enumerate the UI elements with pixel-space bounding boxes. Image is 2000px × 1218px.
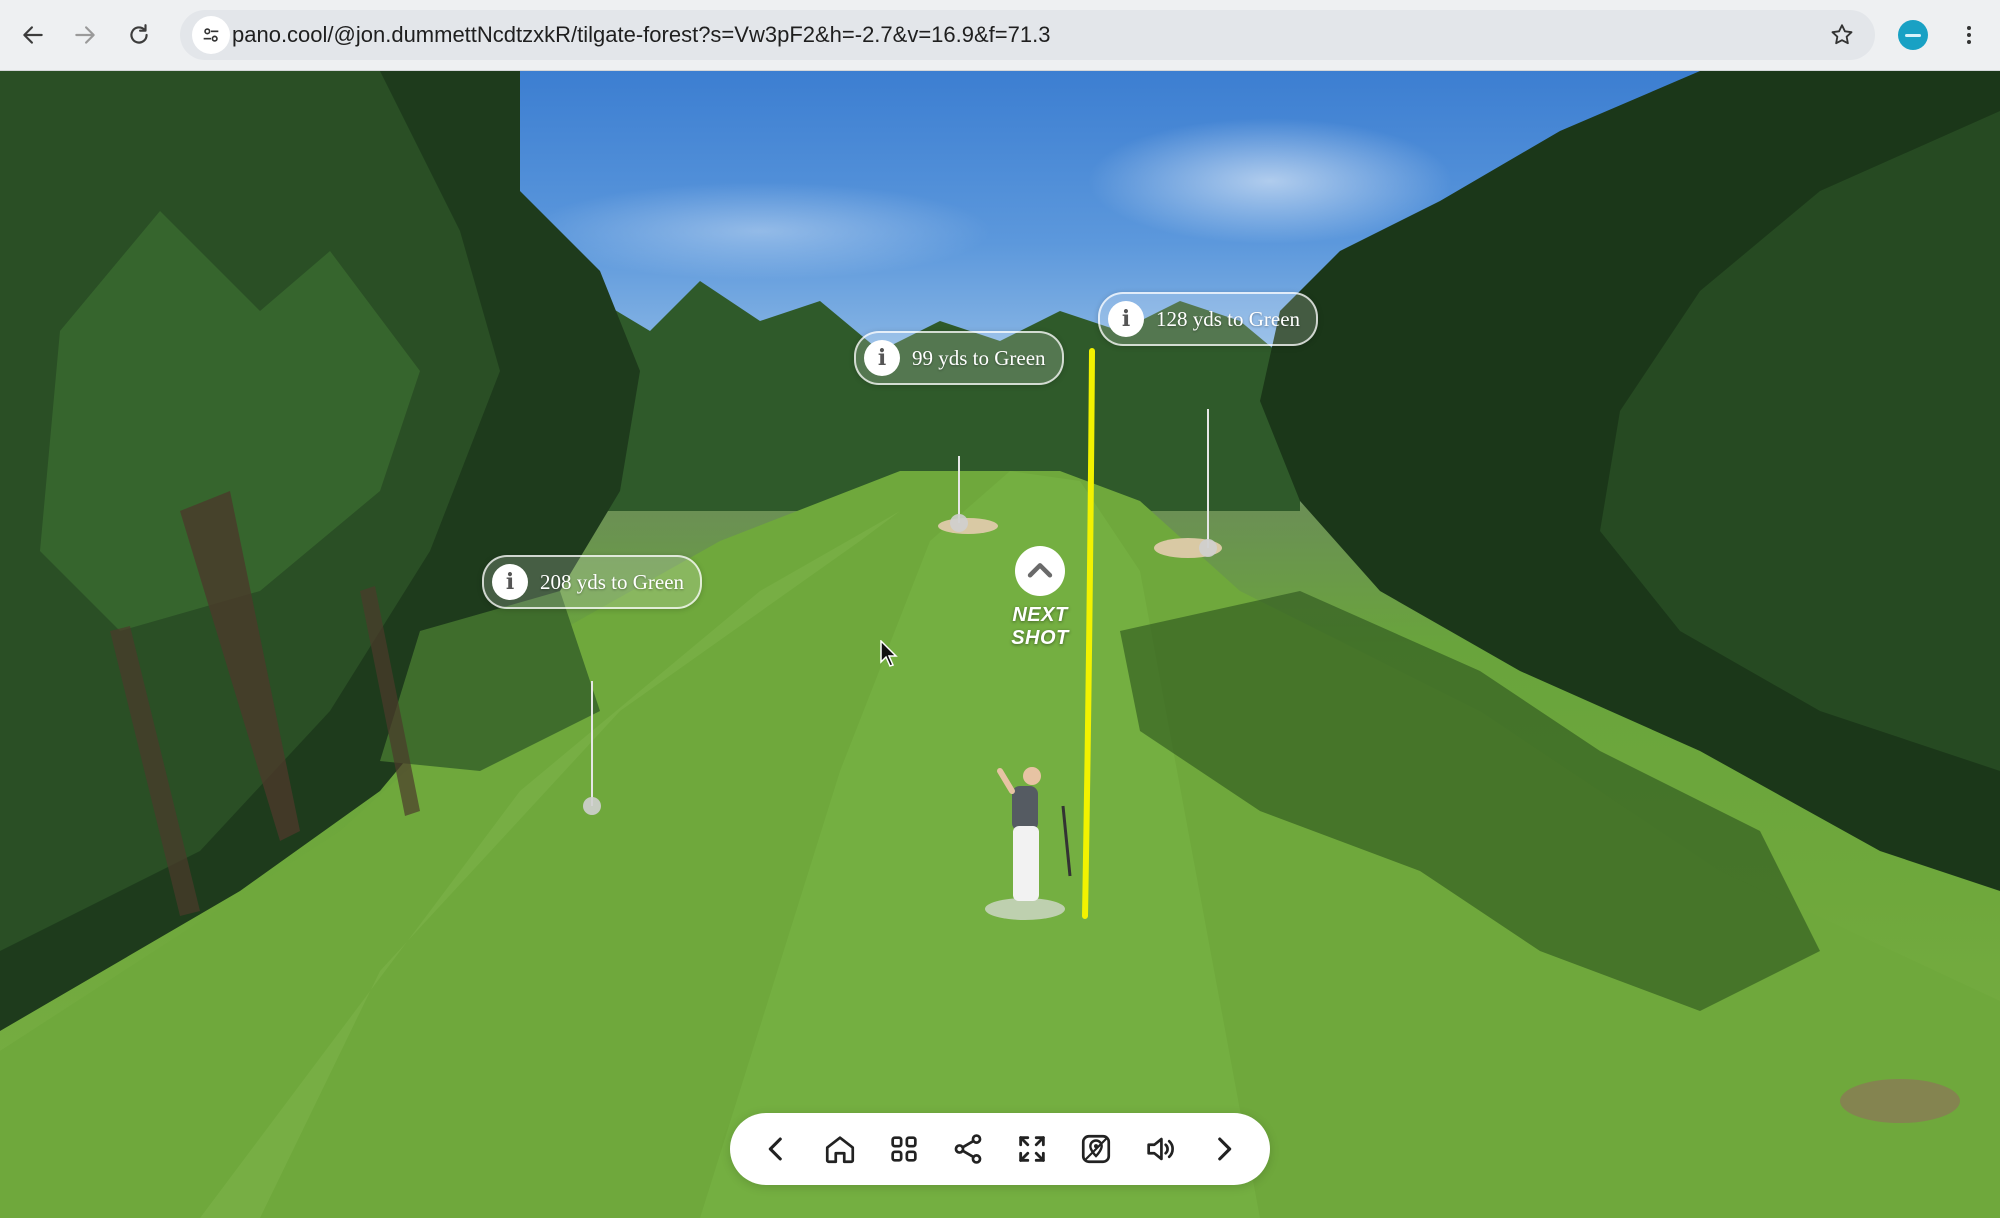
grid-icon[interactable] bbox=[878, 1123, 930, 1175]
panorama-viewer[interactable]: i 99 yds to Green i 128 yds to Green i 2… bbox=[0, 71, 2000, 1218]
info-icon: i bbox=[1108, 301, 1144, 337]
hotspot-label: 128 yds to Green bbox=[1156, 306, 1301, 331]
chevron-up-icon bbox=[1015, 546, 1065, 596]
back-arrow-icon[interactable] bbox=[12, 14, 54, 56]
profile-avatar-icon[interactable] bbox=[1898, 20, 1928, 50]
more-options-icon[interactable] bbox=[1952, 18, 1986, 52]
mouse-cursor-icon bbox=[880, 640, 898, 667]
chevron-right-icon[interactable] bbox=[1198, 1123, 1250, 1175]
address-bar[interactable]: pano.cool/@jon.dummettNcdtzxkR/tilgate-f… bbox=[180, 10, 1875, 60]
chevron-left-icon[interactable] bbox=[750, 1123, 802, 1175]
hotspot-label: 99 yds to Green bbox=[912, 345, 1046, 370]
distance-hotspot-99[interactable]: i 99 yds to Green bbox=[854, 331, 1064, 385]
hotspot-label: 208 yds to Green bbox=[540, 569, 685, 594]
info-icon: i bbox=[492, 564, 528, 600]
share-icon[interactable] bbox=[942, 1123, 994, 1175]
distance-hotspot-128[interactable]: i 128 yds to Green bbox=[1098, 292, 1319, 346]
viewer-toolbar bbox=[730, 1113, 1270, 1185]
home-icon[interactable] bbox=[814, 1123, 866, 1175]
site-settings-icon[interactable] bbox=[192, 16, 230, 54]
forward-arrow-icon[interactable] bbox=[64, 14, 106, 56]
bookmark-star-icon[interactable] bbox=[1827, 20, 1857, 50]
next-shot-button[interactable]: NEXT SHOT bbox=[985, 546, 1095, 650]
browser-toolbar: pano.cool/@jon.dummettNcdtzxkR/tilgate-f… bbox=[0, 0, 2000, 71]
url-text[interactable]: pano.cool/@jon.dummettNcdtzxkR/tilgate-f… bbox=[232, 10, 1050, 60]
fullscreen-icon[interactable] bbox=[1006, 1123, 1058, 1175]
info-icon: i bbox=[864, 340, 900, 376]
distance-hotspot-208[interactable]: i 208 yds to Green bbox=[482, 555, 703, 609]
map-pin-icon[interactable] bbox=[1070, 1123, 1122, 1175]
sound-icon[interactable] bbox=[1134, 1123, 1186, 1175]
reload-icon[interactable] bbox=[118, 14, 160, 56]
next-shot-label: NEXT SHOT bbox=[1011, 604, 1069, 649]
